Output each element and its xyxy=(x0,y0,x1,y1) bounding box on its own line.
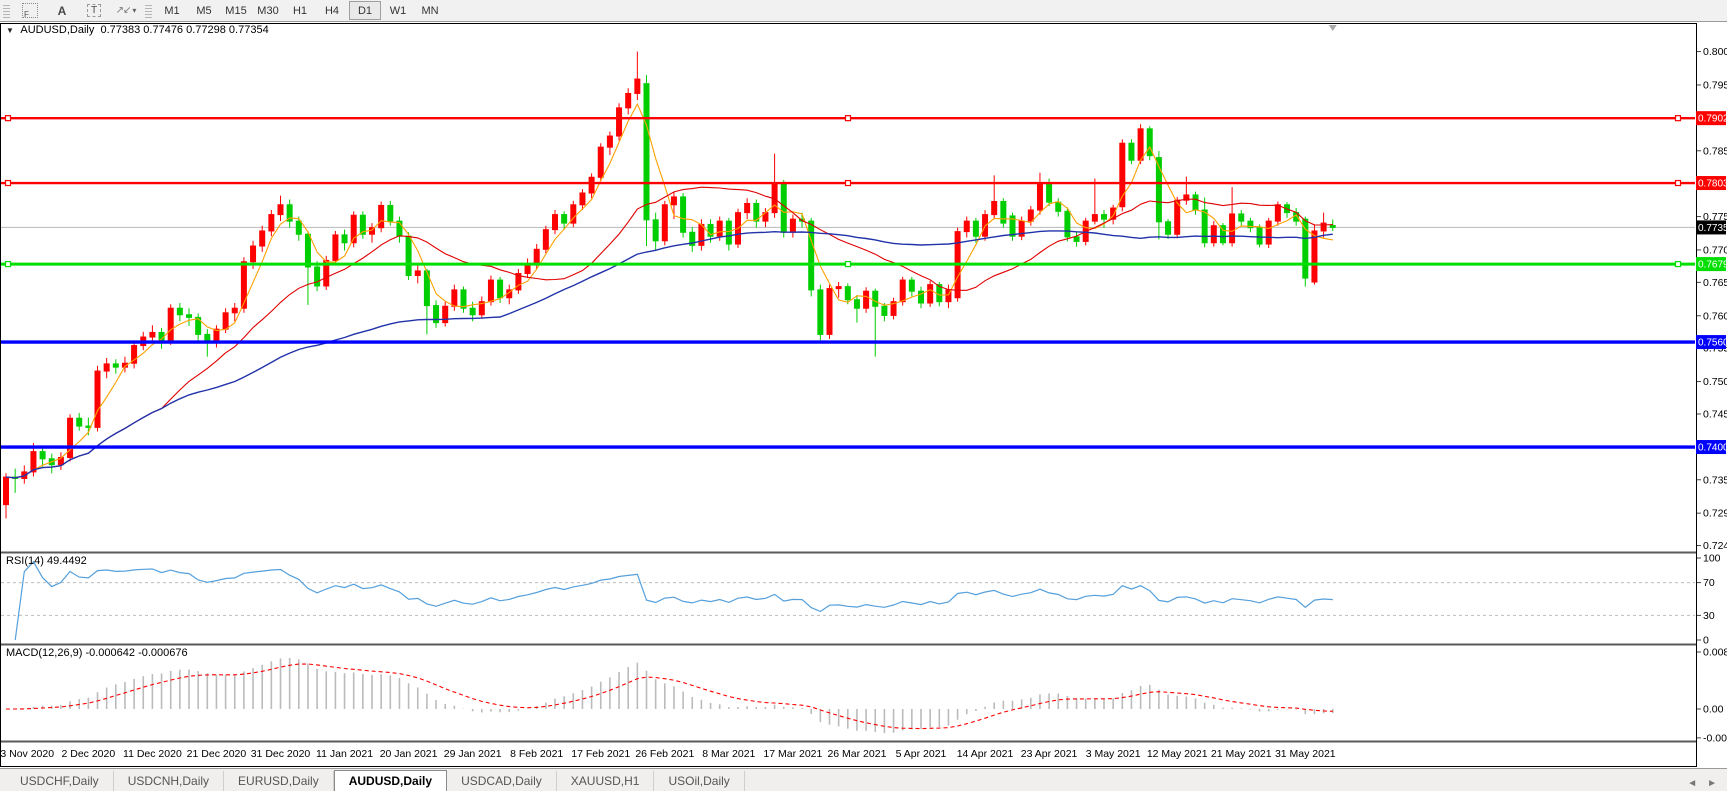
date-label: 5 Apr 2021 xyxy=(896,748,947,760)
macd-indicator-label: MACD(12,26,9) -0.000642 -0.000676 xyxy=(6,647,188,659)
svg-text:0.76515: 0.76515 xyxy=(1703,277,1727,289)
tab-scroll-right-icon[interactable]: ► xyxy=(1707,778,1717,789)
date-label: 2 Dec 2020 xyxy=(61,748,115,760)
chart-symbol-label: AUDUSD,Daily xyxy=(20,24,94,36)
rsi-indicator-label: RSI(14) 49.4492 xyxy=(6,555,87,567)
svg-text:0.72495: 0.72495 xyxy=(1703,540,1727,552)
svg-text:0.76005: 0.76005 xyxy=(1703,310,1727,322)
price-tag-0.74000: 0.74000 xyxy=(1696,440,1727,454)
date-label: 11 Jan 2021 xyxy=(316,748,373,760)
svg-text:0.79530: 0.79530 xyxy=(1703,79,1727,91)
line-handle[interactable] xyxy=(1676,116,1681,121)
chart-ohlc-values: 0.77383 0.77476 0.77298 0.77354 xyxy=(100,24,268,36)
price-tag-0.77354: 0.77354 xyxy=(1696,220,1727,234)
svg-text:0.74000: 0.74000 xyxy=(1698,443,1727,454)
date-label: 11 Dec 2020 xyxy=(123,748,182,760)
date-label: 8 Feb 2021 xyxy=(510,748,563,760)
symbol-tab-usdcnh[interactable]: USDCNH,Daily xyxy=(114,771,224,791)
date-label: 12 May 2021 xyxy=(1147,748,1208,760)
svg-text:0.008782: 0.008782 xyxy=(1703,647,1727,659)
svg-text:0.75603: 0.75603 xyxy=(1698,338,1727,349)
line-handle[interactable] xyxy=(846,181,851,186)
price-tag-0.76794: 0.76794 xyxy=(1696,257,1727,271)
price-tag-0.75603: 0.75603 xyxy=(1696,335,1727,349)
symbol-tab-xauusd[interactable]: XAUUSD,H1 xyxy=(557,771,655,791)
svg-text:0.77010: 0.77010 xyxy=(1703,244,1727,256)
svg-text:0: 0 xyxy=(1703,635,1709,647)
price-tag-0.79023: 0.79023 xyxy=(1696,111,1727,125)
date-label: 23 Apr 2021 xyxy=(1021,748,1078,760)
svg-text:70: 70 xyxy=(1703,577,1715,589)
svg-text:0.79023: 0.79023 xyxy=(1698,114,1727,125)
svg-text:0.74505: 0.74505 xyxy=(1703,408,1727,420)
date-label: 17 Mar 2021 xyxy=(763,748,822,760)
svg-text:0.78032: 0.78032 xyxy=(1698,179,1727,190)
symbol-tab-audusd[interactable]: AUDUSD,Daily xyxy=(334,770,447,791)
price-tag-0.78032: 0.78032 xyxy=(1696,176,1727,190)
date-label: 23 Nov 2020 xyxy=(0,748,54,760)
svg-text:-0.004451: -0.004451 xyxy=(1703,732,1727,744)
svg-text:0.75000: 0.75000 xyxy=(1703,376,1727,388)
chart-dropdown-icon[interactable]: ▼ xyxy=(6,26,14,35)
svg-text:100: 100 xyxy=(1703,553,1721,565)
svg-text:0.00: 0.00 xyxy=(1703,704,1724,716)
symbol-tab-usdchf[interactable]: USDCHF,Daily xyxy=(6,771,114,791)
tab-scroll-left-icon[interactable]: ◄ xyxy=(1687,778,1697,789)
svg-text:0.73500: 0.73500 xyxy=(1703,474,1727,486)
chart-legend: ▼ AUDUSD,Daily 0.77383 0.77476 0.77298 0… xyxy=(6,24,269,36)
date-label: 26 Feb 2021 xyxy=(635,748,694,760)
date-label: 20 Jan 2021 xyxy=(380,748,438,760)
date-label: 31 May 2021 xyxy=(1275,748,1336,760)
date-label: 29 Jan 2021 xyxy=(444,748,502,760)
date-label: 14 Apr 2021 xyxy=(957,748,1014,760)
svg-text:0.78525: 0.78525 xyxy=(1703,145,1727,157)
svg-text:0.80040: 0.80040 xyxy=(1703,46,1727,58)
chart-canvas[interactable]: 0.800400.795300.785250.775200.770100.765… xyxy=(0,0,1727,791)
date-label: 21 May 2021 xyxy=(1211,748,1272,760)
line-handle[interactable] xyxy=(6,116,11,121)
date-label: 8 Mar 2021 xyxy=(702,748,755,760)
date-label: 17 Feb 2021 xyxy=(571,748,630,760)
line-handle[interactable] xyxy=(1676,181,1681,186)
date-label: 31 Dec 2020 xyxy=(251,748,311,760)
svg-text:0.72990: 0.72990 xyxy=(1703,508,1727,520)
svg-text:30: 30 xyxy=(1703,610,1715,622)
date-label: 21 Dec 2020 xyxy=(187,748,247,760)
date-label: 3 May 2021 xyxy=(1086,748,1141,760)
symbol-tab-bar: USDCHF,DailyUSDCNH,DailyEURUSD,DailyAUDU… xyxy=(0,768,1727,791)
line-handle[interactable] xyxy=(846,262,851,267)
date-label: 26 Mar 2021 xyxy=(827,748,886,760)
svg-text:0.76794: 0.76794 xyxy=(1698,260,1727,271)
line-handle[interactable] xyxy=(846,116,851,121)
svg-text:0.77354: 0.77354 xyxy=(1698,223,1727,234)
date-axis[interactable]: 23 Nov 2020 2 Dec 2020 11 Dec 2020 21 Dec 2… xyxy=(0,748,1336,760)
symbol-tab-usdcad[interactable]: USDCAD,Daily xyxy=(447,771,557,791)
line-handle[interactable] xyxy=(6,262,11,267)
symbol-tab-usoil[interactable]: USOil,Daily xyxy=(654,771,744,791)
trading-terminal-window: { "toolbar": { "tools": [ {"id": "patter… xyxy=(0,0,1727,791)
line-handle[interactable] xyxy=(1676,262,1681,267)
line-handle[interactable] xyxy=(6,181,11,186)
symbol-tab-eurusd[interactable]: EURUSD,Daily xyxy=(224,771,334,791)
